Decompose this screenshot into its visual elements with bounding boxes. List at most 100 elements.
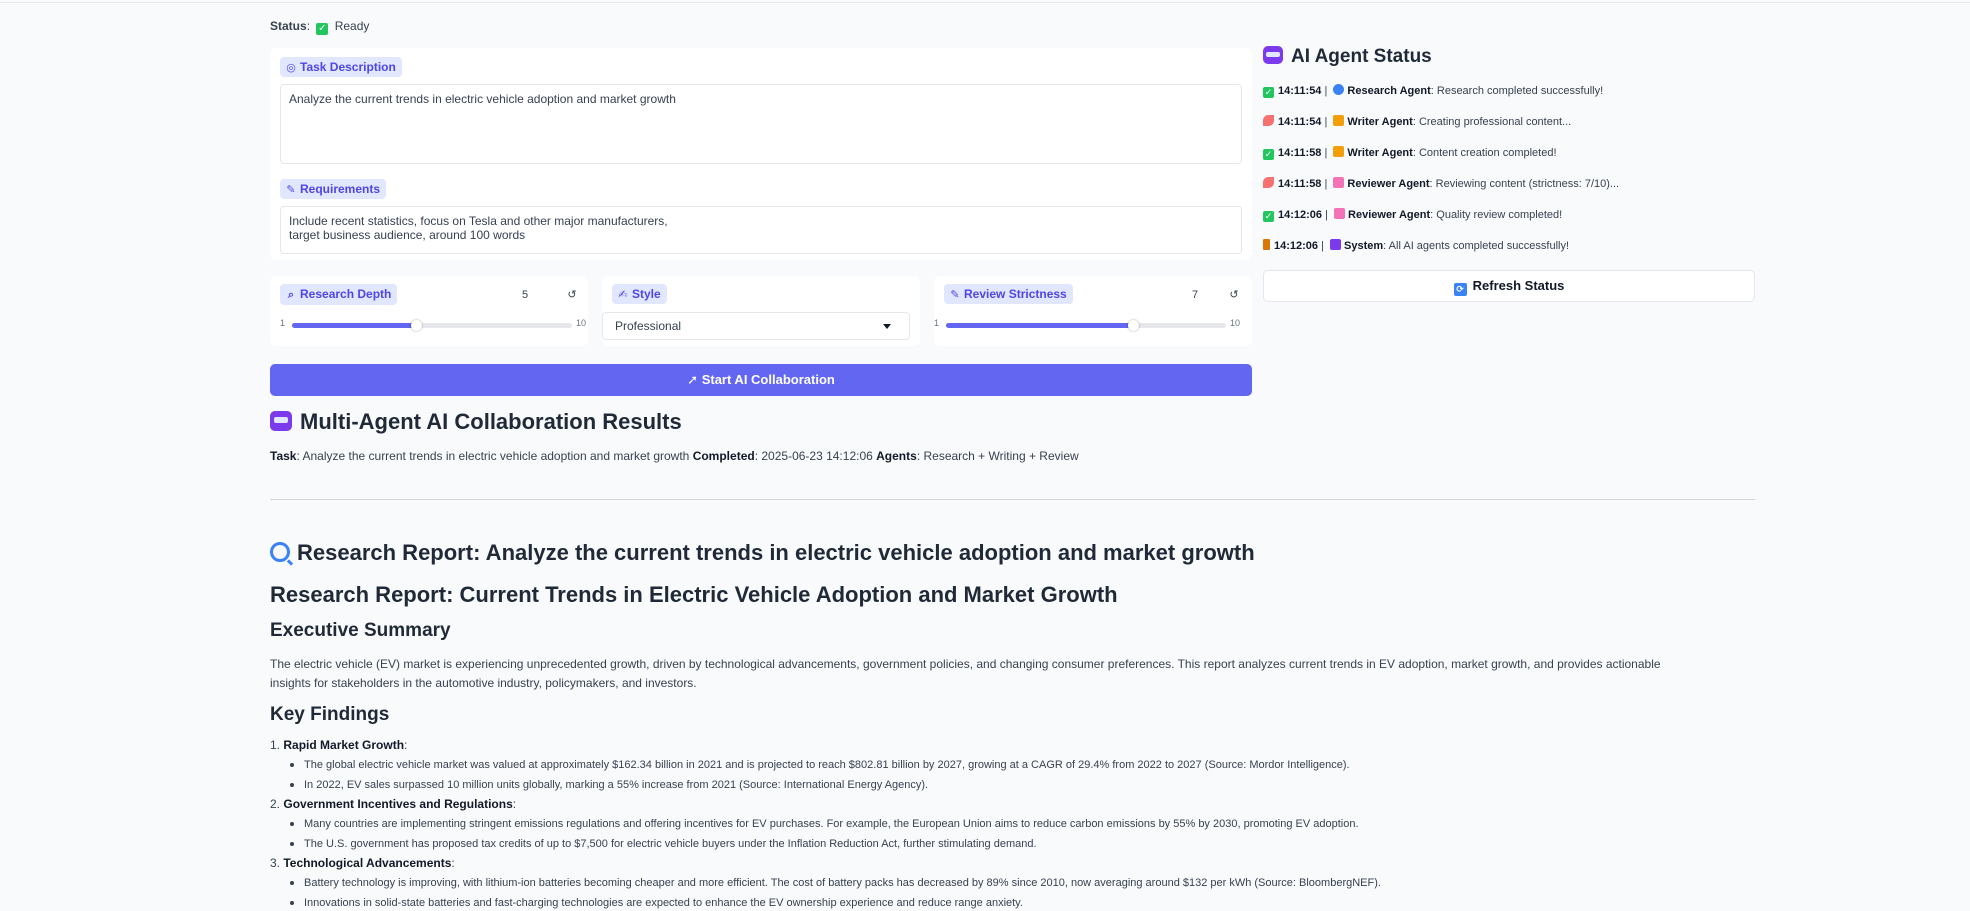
research-report: Research Report: Analyze the current tre…: [270, 540, 1690, 909]
status-value: Ready: [334, 19, 370, 33]
section-divider: [270, 499, 1755, 500]
status-line: Status: ✓ Ready: [270, 19, 370, 35]
style-select[interactable]: Professional: [602, 312, 910, 340]
research-depth-slider-handle[interactable]: [411, 320, 423, 331]
finding-title: Rapid Market Growth: [283, 738, 405, 752]
system-agent-icon: [1330, 239, 1342, 250]
task-meta-value: : Analyze the current trends in electric…: [296, 449, 693, 463]
style-control: ✍ Style Professional: [602, 276, 920, 346]
robot-icon: [1263, 46, 1283, 64]
research-depth-slider-fill: [292, 323, 417, 328]
finding-title: Government Incentives and Regulations: [283, 797, 513, 811]
log-separator: |: [1321, 178, 1331, 190]
report-title: Research Report: Current Trends in Elect…: [270, 582, 1118, 607]
checkmark-icon: ✓: [316, 23, 329, 35]
requirements-label: ✎ Requirements: [280, 179, 387, 199]
checkmark-icon: ✓: [1263, 149, 1274, 160]
start-button-label: Start AI Collaboration: [701, 372, 835, 387]
agents-meta-label: Agents: [876, 449, 917, 463]
review-strictness-number[interactable]: 7: [1176, 285, 1214, 305]
agent-log-entry: ✓ 14:12:06 | Reviewer Agent: Quality revi…: [1263, 207, 1755, 238]
rocket-icon: ➚: [687, 372, 699, 387]
finding-point: Battery technology is improving, with li…: [270, 873, 1690, 893]
finding-point: Innovations in solid-state batteries and…: [270, 893, 1690, 911]
task-description-label: ◎ Task Description: [280, 57, 402, 77]
log-separator: |: [1318, 240, 1328, 252]
log-time: 14:11:54: [1278, 116, 1322, 128]
robot-icon: [270, 411, 292, 431]
agent-log-entry: 14:12:06 | System: All AI agents complet…: [1263, 238, 1755, 269]
finding-point: Many countries are implementing stringen…: [270, 814, 1690, 834]
finding-item: 3. Technological Advancements:: [270, 856, 455, 870]
chevron-down-icon: [883, 324, 891, 329]
review-strictness-control: ✎ Review Strictness 7 ↺ 1 10: [934, 276, 1252, 346]
log-message: : Research completed successfully!: [1430, 85, 1604, 97]
log-time: 14:11:58: [1278, 147, 1322, 159]
refresh-icon: ⟳: [1453, 283, 1467, 296]
reviewer-agent-icon: [1333, 177, 1345, 188]
research-depth-slider[interactable]: [292, 320, 572, 331]
log-message: : Creating professional content...: [1412, 116, 1572, 128]
results-title: Multi-Agent AI Collaboration Results: [270, 409, 682, 435]
research-depth-number[interactable]: 5: [506, 285, 544, 305]
log-agent-name: System: [1344, 240, 1384, 252]
requirements-line-1: Include recent statistics, focus on Tesl…: [289, 214, 668, 228]
top-border: [0, 0, 1970, 3]
agent-log: ✓ 14:11:54 | Research Agent: Research com…: [1263, 83, 1755, 269]
log-agent-name: Writer Agent: [1347, 116, 1413, 128]
log-time: 14:12:06: [1274, 240, 1319, 252]
log-agent-name: Reviewer Agent: [1347, 178, 1430, 190]
task-panel: ◎ Task Description Analyze the current tr…: [270, 48, 1252, 260]
log-time: 14:11:54: [1278, 85, 1322, 97]
in-progress-icon: [1263, 177, 1274, 188]
finding-point: The U.S. government has proposed tax cre…: [270, 834, 1690, 854]
executive-summary-heading: Executive Summary: [270, 620, 451, 641]
memo-icon: ✎: [950, 289, 960, 301]
key-findings-heading: Key Findings: [270, 704, 390, 725]
log-separator: |: [1321, 116, 1331, 128]
review-strictness-slider-fill: [946, 323, 1133, 328]
review-strictness-reset-icon[interactable]: ↺: [1226, 285, 1242, 305]
in-progress-icon: [1263, 115, 1274, 126]
key-findings-list: 1. Rapid Market Growth: The global electr…: [270, 736, 1690, 911]
agents-meta-value: : Research + Writing + Review: [916, 449, 1079, 463]
research-depth-label: ⌕ Research Depth: [280, 284, 398, 305]
writer-agent-icon: [1333, 115, 1345, 126]
log-message: : Quality review completed!: [1430, 209, 1563, 221]
log-message: : Reviewing content (strictness: 7/10)..…: [1429, 178, 1620, 190]
agent-log-entry: ✓ 14:11:58 | Writer Agent: Content creati…: [1263, 145, 1755, 176]
finding-item: 1. Rapid Market Growth:: [270, 738, 408, 752]
research-depth-control: ⌕ Research Depth 5 ↺ 1 10: [270, 276, 588, 346]
checkmark-icon: ✓: [1263, 87, 1274, 98]
review-strictness-label: ✎ Review Strictness: [944, 284, 1073, 304]
writing-hand-icon: ✍: [618, 289, 628, 301]
checkmark-icon: ✓: [1263, 211, 1274, 222]
log-message: : Content creation completed!: [1412, 147, 1557, 159]
refresh-status-button[interactable]: ⟳ Refresh Status: [1263, 270, 1755, 302]
log-time: 14:11:58: [1278, 178, 1322, 190]
review-strictness-slider[interactable]: [946, 320, 1226, 331]
review-strictness-slider-handle[interactable]: [1127, 320, 1139, 331]
agent-log-entry: 14:11:58 | Reviewer Agent: Reviewing con…: [1263, 176, 1755, 207]
completed-meta-value: : 2025-06-23 14:12:06: [754, 449, 877, 463]
finding-item: 2. Government Incentives and Regulations…: [270, 797, 517, 811]
hourglass-icon: [1263, 239, 1270, 250]
task-description-value: Analyze the current trends in electric v…: [289, 92, 676, 106]
research-depth-max: 10: [576, 318, 587, 328]
finding-number: 1.: [270, 738, 281, 752]
agent-status-panel: AI Agent Status ✓ 14:11:54 | Research Age…: [1263, 46, 1755, 302]
controls-row: ⌕ Research Depth 5 ↺ 1 10 ✍ Style Professi…: [270, 276, 1252, 346]
review-strictness-max: 10: [1230, 318, 1241, 328]
log-separator: |: [1321, 85, 1331, 97]
start-ai-collaboration-button[interactable]: ➚ Start AI Collaboration: [270, 364, 1252, 396]
finding-point: In 2022, EV sales surpassed 10 million u…: [270, 775, 1690, 795]
finding-title: Technological Advancements: [283, 856, 452, 870]
search-icon: ⌕: [287, 289, 295, 301]
task-description-input[interactable]: Analyze the current trends in electric v…: [280, 84, 1242, 164]
agent-log-entry: 14:11:54 | Writer Agent: Creating profes…: [1263, 114, 1755, 145]
research-depth-reset-icon[interactable]: ↺: [564, 285, 580, 305]
log-time: 14:12:06: [1278, 209, 1323, 221]
completed-meta-label: Completed: [692, 449, 755, 463]
requirements-input[interactable]: Include recent statistics, focus on Tesl…: [280, 206, 1242, 254]
log-agent-name: Writer Agent: [1347, 147, 1413, 159]
